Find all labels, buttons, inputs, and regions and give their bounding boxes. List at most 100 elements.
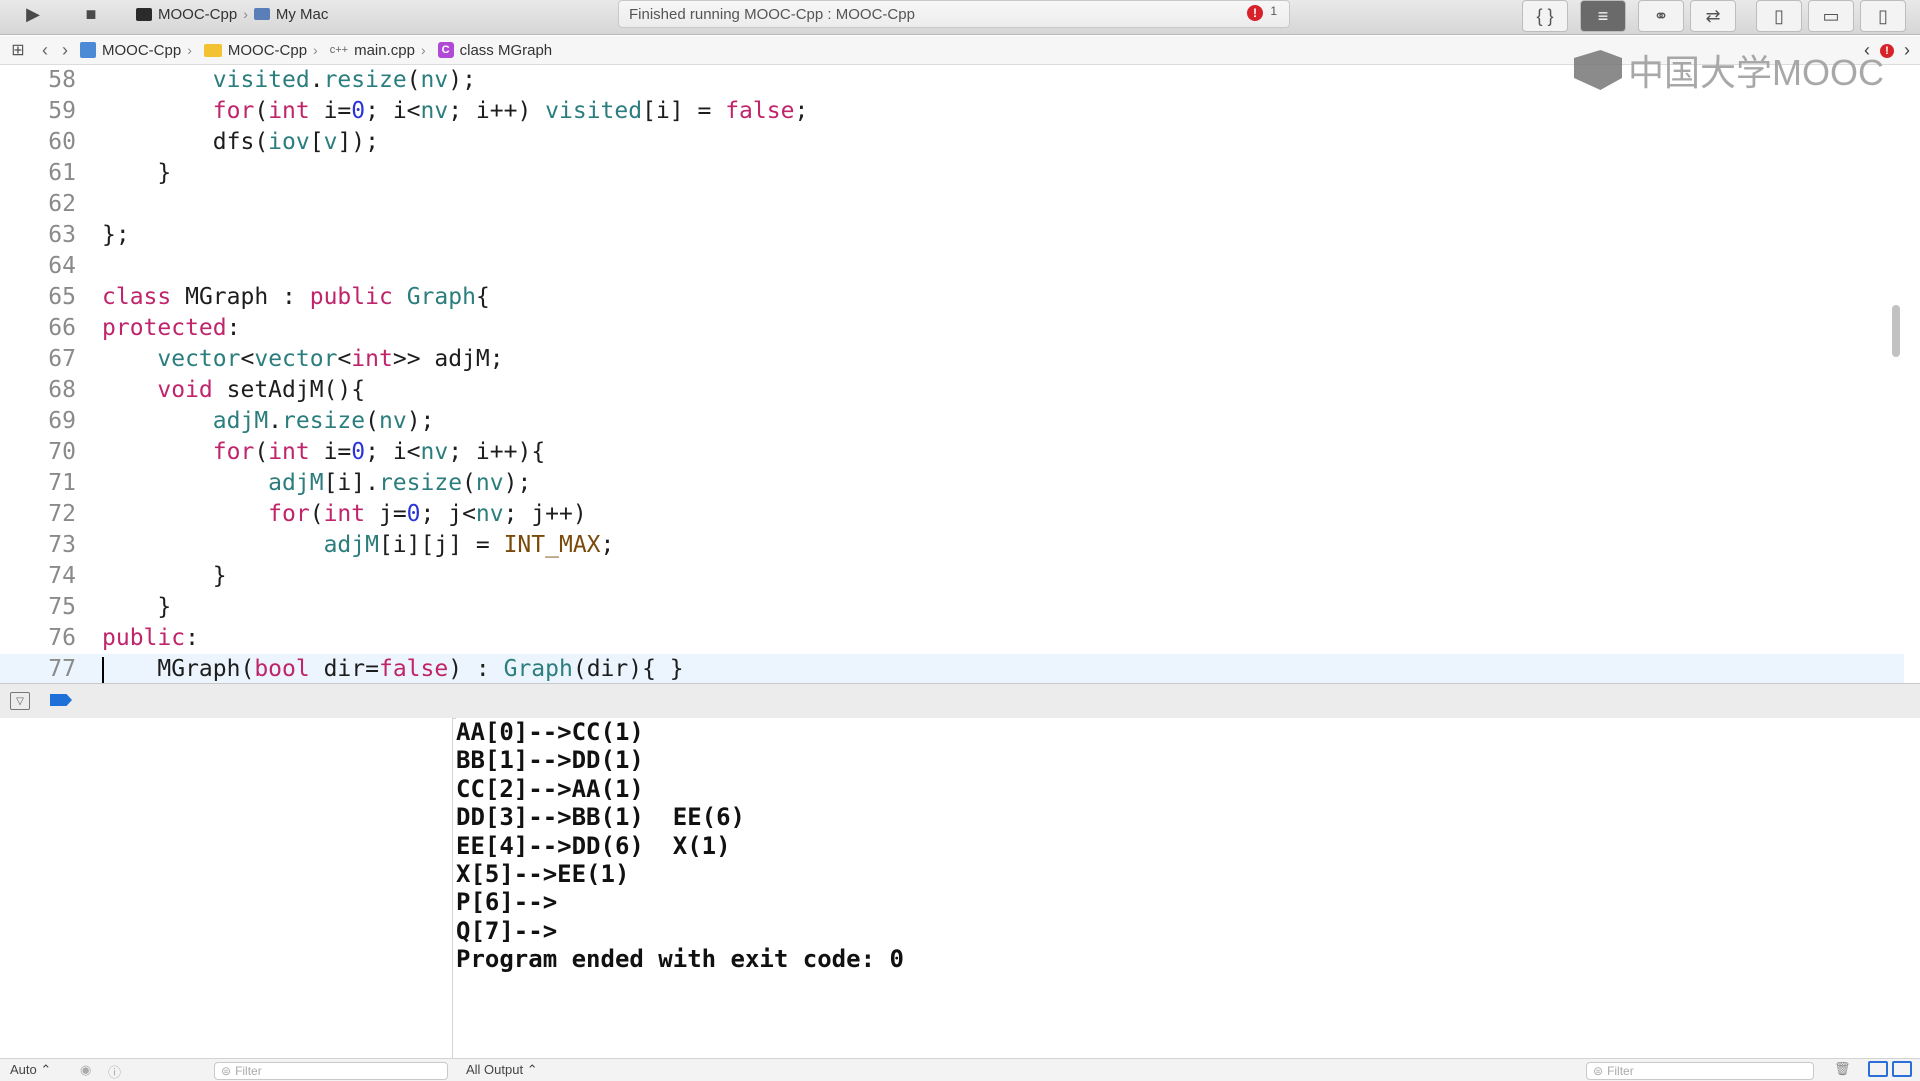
line-number[interactable]: 58	[0, 65, 76, 96]
line-number[interactable]: 64	[0, 251, 76, 282]
code-text[interactable]: for(int i=0; i<nv; i++) visited[i] = fal…	[102, 96, 809, 127]
code-line[interactable]: 68 void setAdjM(){	[0, 375, 1904, 406]
code-line[interactable]: 62	[0, 189, 1904, 220]
error-icon[interactable]: !	[1247, 5, 1263, 21]
navigator-toggle[interactable]: ▯	[1756, 0, 1802, 32]
scheme-selector[interactable]: MOOC-Cpp › My Mac	[136, 2, 328, 26]
utilities-toggle[interactable]: ▯	[1860, 0, 1906, 32]
line-number[interactable]: 67	[0, 344, 76, 375]
line-number[interactable]: 76	[0, 623, 76, 654]
code-text[interactable]: };	[102, 220, 130, 251]
right-panel-icon: ▯	[1878, 5, 1888, 26]
code-text[interactable]: dfs(iov[v]);	[102, 127, 379, 158]
code-editor[interactable]: 58 visited.resize(nv); 59 for(int i=0; i<…	[0, 65, 1904, 685]
output-selector[interactable]: All Output ⌃	[466, 1062, 538, 1078]
console-output: AA[0]-->CC(1) BB[1]-->DD(1) CC[2]-->AA(1) D…	[456, 718, 1920, 1058]
variables-view	[0, 718, 453, 1058]
code-line[interactable]: 64	[0, 251, 1904, 282]
code-text[interactable]: void setAdjM(){	[102, 375, 365, 406]
forward-icon[interactable]: ›	[62, 40, 68, 61]
breadcrumb-project[interactable]: MOOC-Cpp ›	[80, 42, 192, 59]
line-number[interactable]: 60	[0, 127, 76, 158]
chevron-right-icon: ›	[420, 42, 426, 58]
line-number[interactable]: 70	[0, 437, 76, 468]
code-text[interactable]: }	[102, 592, 171, 623]
bottom-panel-icon: ▭	[1822, 5, 1840, 26]
stop-button[interactable]: ■	[74, 2, 108, 26]
info-icon[interactable]: ⓘ	[108, 1062, 121, 1081]
code-text[interactable]: public:	[102, 623, 199, 654]
code-text[interactable]: vector<vector<int>> adjM;	[102, 344, 503, 375]
code-line[interactable]: 71 adjM[i].resize(nv);	[0, 468, 1904, 499]
split-view-toggle[interactable]	[1868, 1061, 1912, 1077]
breadcrumb-folder[interactable]: MOOC-Cpp ›	[203, 42, 318, 59]
standard-editor-button[interactable]: { }	[1522, 0, 1568, 32]
code-line[interactable]: 66 protected:	[0, 313, 1904, 344]
code-line[interactable]: 75 }	[0, 592, 1904, 623]
stop-icon: ■	[85, 3, 97, 24]
link-icon: ⚭	[1653, 5, 1669, 26]
breadcrumb-file[interactable]: c++ main.cpp ›	[330, 42, 426, 59]
line-number[interactable]: 65	[0, 282, 76, 313]
code-text[interactable]: visited.resize(nv);	[102, 65, 476, 96]
line-number[interactable]: 73	[0, 530, 76, 561]
line-number[interactable]: 63	[0, 220, 76, 251]
class-icon: C	[437, 42, 454, 58]
code-line[interactable]: 58 visited.resize(nv);	[0, 65, 1904, 96]
line-number[interactable]: 69	[0, 406, 76, 437]
code-text[interactable]: }	[102, 158, 171, 189]
line-number[interactable]: 66	[0, 313, 76, 344]
code-line[interactable]: 72 for(int j=0; j<nv; j++)	[0, 499, 1904, 530]
line-number[interactable]: 68	[0, 375, 76, 406]
auto-variables-selector[interactable]: Auto ⌃	[10, 1062, 51, 1078]
line-number[interactable]: 74	[0, 561, 76, 592]
hide-debug-area-icon[interactable]: ▽	[10, 692, 30, 710]
code-text[interactable]: adjM[i].resize(nv);	[102, 468, 531, 499]
code-line[interactable]: 61 }	[0, 158, 1904, 189]
debug-area-toggle[interactable]: ▭	[1808, 0, 1854, 32]
line-number[interactable]: 75	[0, 592, 76, 623]
code-line[interactable]: 67 vector<vector<int>> adjM;	[0, 344, 1904, 375]
code-text[interactable]: for(int i=0; i<nv; i++){	[102, 437, 545, 468]
code-line[interactable]: 59 for(int i=0; i<nv; i++) visited[i] = …	[0, 96, 1904, 127]
code-text[interactable]: }	[102, 561, 227, 592]
assistant-editor-button[interactable]: ≡	[1580, 0, 1626, 32]
right-pane-icon	[1892, 1061, 1912, 1077]
eye-icon[interactable]: ◉	[80, 1062, 91, 1078]
variables-filter-input[interactable]: ⊜ Filter	[214, 1062, 448, 1080]
code-line[interactable]: 65 class MGraph : public Graph{	[0, 282, 1904, 313]
destination-name: My Mac	[275, 5, 329, 23]
line-number[interactable]: 61	[0, 158, 76, 189]
line-number[interactable]: 71	[0, 468, 76, 499]
run-button[interactable]: ▶	[16, 2, 50, 26]
filter-placeholder-right: Filter	[1607, 1064, 1634, 1078]
line-number[interactable]: 77	[0, 654, 76, 685]
code-text[interactable]: MGraph(bool dir=false) : Graph(dir){ }	[102, 654, 683, 685]
related-items-icon[interactable]: ⊞	[8, 40, 28, 60]
line-number[interactable]: 62	[0, 189, 76, 220]
trash-icon[interactable]: 🗑	[1834, 1061, 1851, 1077]
code-line[interactable]: 73 adjM[i][j] = INT_MAX;	[0, 530, 1904, 561]
code-line[interactable]: 76 public:	[0, 623, 1904, 654]
swap-button[interactable]: ⇄	[1690, 0, 1736, 32]
breadcrumb-symbol[interactable]: C class MGraph	[437, 42, 552, 59]
code-line[interactable]: 74 }	[0, 561, 1904, 592]
code-line[interactable]: 63};	[0, 220, 1904, 251]
code-text[interactable]: for(int j=0; j<nv; j++)	[102, 499, 587, 530]
back-icon[interactable]: ‹	[42, 40, 48, 61]
version-editor-button[interactable]: ⚭	[1638, 0, 1684, 32]
code-text[interactable]: adjM.resize(nv);	[102, 406, 435, 437]
line-number[interactable]: 72	[0, 499, 76, 530]
line-number[interactable]: 59	[0, 96, 76, 127]
code-line[interactable]: 70 for(int i=0; i<nv; i++){	[0, 437, 1904, 468]
console-filter-input[interactable]: ⊜ Filter	[1586, 1062, 1814, 1080]
code-text[interactable]: adjM[i][j] = INT_MAX;	[102, 530, 615, 561]
filter-icon: ⊜	[1593, 1064, 1604, 1078]
code-line[interactable]: 60 dfs(iov[v]);	[0, 127, 1904, 158]
next-issue-icon[interactable]: ›	[1904, 40, 1910, 61]
breakpoints-toggle-icon[interactable]	[50, 694, 72, 706]
code-text[interactable]: protected:	[102, 313, 240, 344]
code-line[interactable]: 77 MGraph(bool dir=false) : Graph(dir){ …	[0, 654, 1904, 685]
code-line[interactable]: 69 adjM.resize(nv);	[0, 406, 1904, 437]
code-text[interactable]: class MGraph : public Graph{	[102, 282, 490, 313]
